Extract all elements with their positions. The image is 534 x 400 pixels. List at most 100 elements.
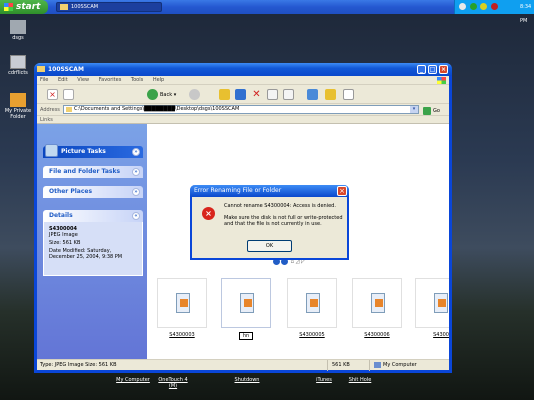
jpeg-file-icon bbox=[371, 293, 385, 313]
desktop-icon-label: dsgs bbox=[12, 35, 24, 41]
tray-icon-3[interactable] bbox=[480, 3, 488, 10]
refresh-icon[interactable] bbox=[63, 89, 74, 100]
panel-title: Picture Tasks bbox=[61, 148, 106, 155]
dialog-message-line1: Cannot rename S4300004: Access is denied… bbox=[224, 203, 336, 209]
folder-icon bbox=[37, 66, 45, 72]
dialog-message: Cannot rename S4300004: Access is denied… bbox=[224, 203, 344, 227]
windows-logo-icon bbox=[437, 77, 446, 84]
folder-icon bbox=[66, 107, 72, 112]
address-dropdown-icon[interactable]: ▾ bbox=[410, 106, 418, 113]
delete-icon[interactable]: × bbox=[47, 89, 58, 100]
computer-icon bbox=[374, 361, 381, 368]
links-bar[interactable]: Links bbox=[37, 116, 449, 124]
menu-bar: File Edit View Favorites Tools Help bbox=[37, 76, 449, 85]
folder-icon bbox=[60, 4, 68, 10]
desktop-link-onetouch[interactable]: OneTouch 4 (M) bbox=[154, 377, 192, 389]
panel-title: File and Folder Tasks bbox=[49, 168, 121, 175]
panel-title: Details bbox=[49, 212, 73, 219]
chevron-down-icon[interactable]: » bbox=[132, 188, 140, 196]
picture-tasks-panel[interactable]: Picture Tasks » bbox=[43, 144, 143, 158]
ok-button[interactable]: OK bbox=[247, 240, 292, 252]
thumbnail-s4300006[interactable] bbox=[352, 278, 402, 328]
menu-edit[interactable]: Edit bbox=[58, 77, 68, 83]
details-file-type: JPEG Image bbox=[49, 232, 78, 238]
picture-icon bbox=[45, 144, 58, 157]
back-arrow-icon bbox=[147, 89, 158, 100]
menu-view[interactable]: View bbox=[77, 77, 89, 83]
desktop-icon-dsgs[interactable]: dsgs bbox=[2, 20, 34, 41]
minimize-button[interactable]: _ bbox=[417, 65, 426, 74]
thumbnail-s4300007[interactable] bbox=[415, 278, 449, 328]
menu-file[interactable]: File bbox=[40, 77, 48, 83]
error-dialog: Error Renaming File or Folder × × Cannot… bbox=[190, 185, 349, 260]
details-file-size: Size: 561 KB bbox=[49, 240, 81, 246]
address-value: C:\Documents and Settings\████████\Deskt… bbox=[74, 106, 240, 112]
tray-icon-1[interactable] bbox=[459, 3, 466, 10]
tray-icon-2[interactable] bbox=[469, 3, 477, 10]
menu-tools[interactable]: Tools bbox=[131, 77, 143, 83]
window-titlebar[interactable]: 100SSCAM _ □ × bbox=[34, 63, 452, 76]
rename-input[interactable]: hn bbox=[238, 332, 254, 340]
up-folder-icon[interactable] bbox=[219, 89, 230, 100]
undo-icon[interactable] bbox=[235, 89, 246, 100]
delete-x-icon[interactable]: ✕ bbox=[251, 89, 262, 100]
copy-icon[interactable] bbox=[267, 89, 278, 100]
chevron-up-icon[interactable]: « bbox=[132, 212, 140, 220]
file-folder-tasks-panel[interactable]: File and Folder Tasks » bbox=[43, 166, 143, 178]
document-icon bbox=[10, 55, 26, 69]
taskbar-button-100sscam[interactable]: 100SSCAM bbox=[56, 2, 162, 12]
back-label: Back bbox=[160, 92, 173, 98]
desktop-icon-cdrflicts[interactable]: cdrflicts bbox=[2, 55, 34, 76]
start-button[interactable]: start bbox=[0, 0, 48, 14]
desktop-link-my-computer[interactable]: My Computer bbox=[114, 377, 152, 383]
chevron-down-icon[interactable]: » bbox=[132, 148, 140, 156]
rename-field[interactable]: hn bbox=[221, 332, 271, 340]
address-bar: Address C:\Documents and Settings\██████… bbox=[37, 104, 449, 116]
dialog-close-button[interactable]: × bbox=[337, 186, 347, 196]
thumbnail-label[interactable]: S4300005 bbox=[287, 332, 337, 338]
desktop-link-shutdown[interactable]: Shutdown bbox=[228, 377, 266, 383]
lock-folder-icon bbox=[10, 93, 26, 107]
back-button[interactable]: Back ▾ bbox=[147, 89, 176, 101]
folders-icon[interactable] bbox=[325, 89, 336, 100]
desktop-link-itunes[interactable]: iTunes bbox=[305, 377, 343, 383]
jpeg-file-icon bbox=[434, 293, 448, 313]
menu-favorites[interactable]: Favorites bbox=[99, 77, 122, 83]
status-text: Type: JPEG Image Size: 561 KB bbox=[40, 362, 117, 368]
paste-icon[interactable] bbox=[283, 89, 294, 100]
menu-help[interactable]: Help bbox=[153, 77, 164, 83]
status-location: My Computer bbox=[369, 360, 417, 371]
other-places-panel[interactable]: Other Places » bbox=[43, 186, 143, 198]
taskbar: start 100SSCAM 8:34 PM bbox=[0, 0, 534, 24]
jpeg-file-icon bbox=[240, 293, 254, 313]
task-pane: Picture Tasks » File and Folder Tasks » … bbox=[37, 124, 147, 359]
thumbnail-s4300005[interactable] bbox=[287, 278, 337, 328]
thumbnail-s4300003[interactable] bbox=[157, 278, 207, 328]
start-label: start bbox=[16, 2, 41, 12]
address-input[interactable]: C:\Documents and Settings\████████\Deskt… bbox=[63, 105, 419, 114]
thumbnail-label[interactable]: S4300003 bbox=[157, 332, 207, 338]
forward-button[interactable] bbox=[189, 89, 200, 100]
go-label: Go bbox=[433, 108, 440, 114]
panel-title: Other Places bbox=[49, 188, 93, 195]
views-icon[interactable] bbox=[307, 89, 318, 100]
close-button[interactable]: × bbox=[439, 65, 448, 74]
details-body: S4300004 JPEG Image Size: 561 KB Date Mo… bbox=[43, 222, 143, 276]
dialog-titlebar[interactable]: Error Renaming File or Folder × bbox=[190, 185, 349, 197]
chevron-down-icon[interactable]: » bbox=[132, 168, 140, 176]
details-date-modified: Date Modified: Saturday, December 25, 20… bbox=[49, 248, 123, 260]
desktop-link-shit-hole[interactable]: Shit Hole bbox=[341, 377, 379, 383]
details-panel[interactable]: Details « bbox=[43, 210, 143, 222]
properties-icon[interactable] bbox=[343, 89, 354, 100]
maximize-button[interactable]: □ bbox=[428, 65, 437, 74]
dialog-title: Error Renaming File or Folder bbox=[194, 187, 282, 194]
toolbar: × Back ▾ ✕ bbox=[37, 85, 449, 104]
tray-icon-4[interactable] bbox=[490, 3, 498, 10]
status-location-label: My Computer bbox=[383, 362, 417, 368]
thumbnail-s4300004[interactable] bbox=[221, 278, 271, 328]
thumbnail-label[interactable]: S4300006 bbox=[352, 332, 402, 338]
thumbnail-label[interactable]: S4300 bbox=[417, 332, 449, 338]
desktop-icon-my-private-folder[interactable]: My Private Folder bbox=[2, 93, 34, 120]
desktop-icon-label: My Private Folder bbox=[4, 108, 32, 120]
clock[interactable]: 8:34 PM bbox=[520, 0, 531, 24]
